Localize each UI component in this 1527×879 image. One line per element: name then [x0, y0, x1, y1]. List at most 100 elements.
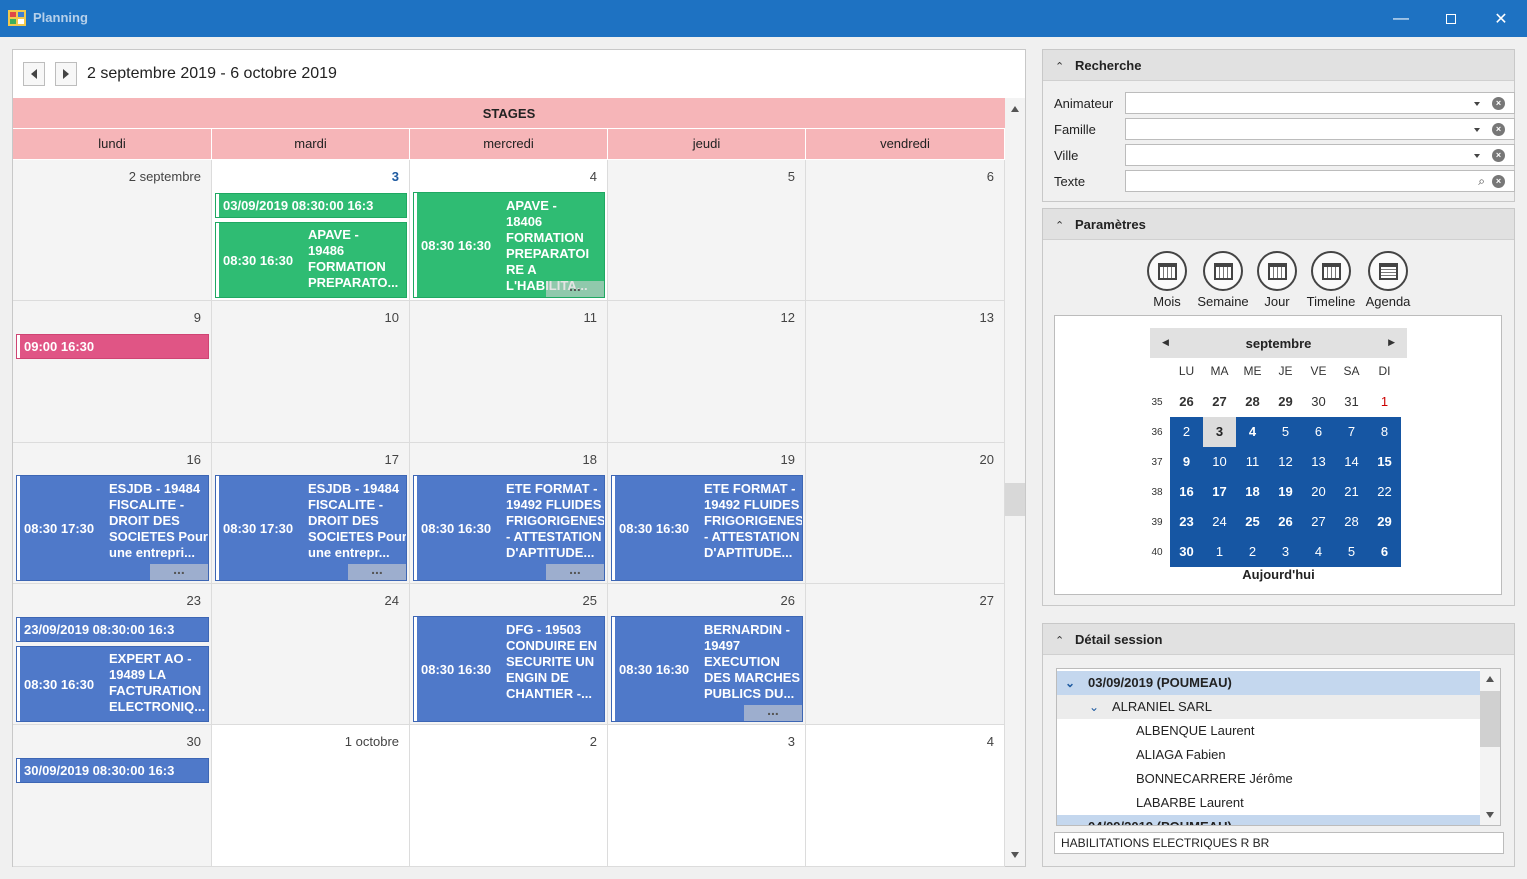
calendar-day[interactable]: 29	[1269, 387, 1302, 417]
session-title-field[interactable]: HABILITATIONS ELECTRIQUES R BR	[1054, 832, 1504, 854]
calendar-day[interactable]: 14	[1335, 447, 1368, 477]
appointment[interactable]: 30/09/2019 08:30:00 16:3	[16, 758, 209, 783]
day-cell[interactable]: 9	[13, 301, 212, 443]
appointment[interactable]: 08:30 16:30 ETE FORMAT - 19492 FLUIDES FR…	[413, 475, 605, 581]
maximize-button[interactable]	[1426, 0, 1476, 37]
search-icon[interactable]: ⌕	[1478, 174, 1485, 189]
view-button-timeline[interactable]: Timeline	[1301, 251, 1361, 309]
calendar-day[interactable]: 26	[1269, 507, 1302, 537]
expand-chevron-icon[interactable]: ⌄	[1089, 695, 1099, 719]
calendar-day[interactable]: 20	[1302, 477, 1335, 507]
calendar-day[interactable]: 4	[1236, 417, 1269, 447]
more-appointments-button[interactable]: ...	[546, 562, 604, 580]
clear-icon[interactable]: ×	[1492, 175, 1505, 188]
calendar-day[interactable]: 21	[1335, 477, 1368, 507]
view-button-agenda[interactable]: Agenda	[1358, 251, 1418, 309]
appointment[interactable]: 03/09/2019 08:30:00 16:3	[215, 193, 407, 218]
calendar-day[interactable]: 17	[1203, 477, 1236, 507]
day-cell[interactable]: 2 septembre	[13, 160, 212, 301]
day-cell[interactable]: 24	[212, 584, 410, 725]
scroll-up-icon[interactable]	[1486, 676, 1494, 682]
view-button-mois[interactable]: Mois	[1137, 251, 1197, 309]
params-panel-header[interactable]: ⌃ Paramètres	[1043, 209, 1514, 240]
tree-node[interactable]: ALIAGA Fabien	[1057, 743, 1480, 767]
calendar-day[interactable]: 1	[1203, 537, 1236, 567]
close-button[interactable]: ✕	[1476, 0, 1526, 37]
tree-node[interactable]: LABARBE Laurent	[1057, 791, 1480, 815]
calendar-day[interactable]: 2	[1170, 417, 1203, 447]
calendar-day[interactable]: 18	[1236, 477, 1269, 507]
expand-chevron-icon[interactable]: ⌄	[1065, 671, 1075, 695]
tree-node[interactable]: ALBENQUE Laurent	[1057, 719, 1480, 743]
search-panel-header[interactable]: ⌃ Recherche	[1043, 50, 1514, 81]
calendar-day[interactable]: 7	[1335, 417, 1368, 447]
more-appointments-button[interactable]: ...	[348, 562, 406, 580]
calendar-day[interactable]: 3	[1203, 417, 1236, 447]
clear-icon[interactable]: ×	[1492, 149, 1505, 162]
calendar-day[interactable]: 9	[1170, 447, 1203, 477]
appointment[interactable]: 08:30 17:30 ESJDB - 19484 FISCALITE - DRO…	[16, 475, 209, 581]
calendar-day[interactable]: 19	[1269, 477, 1302, 507]
day-cell[interactable]: 12	[608, 301, 806, 443]
chevron-down-icon[interactable]	[1474, 102, 1480, 106]
calendar-day[interactable]: 12	[1269, 447, 1302, 477]
calendar-day[interactable]: 28	[1335, 507, 1368, 537]
calendar-day[interactable]: 5	[1269, 417, 1302, 447]
more-appointments-button[interactable]: ...	[744, 703, 802, 721]
calendar-day[interactable]: 8	[1368, 417, 1401, 447]
appointment[interactable]: 08:30 16:30 APAVE - 19486 FORMATION PREPA…	[215, 222, 407, 298]
next-period-button[interactable]	[55, 62, 77, 86]
appointment[interactable]: 08:30 16:30 ETE FORMAT - 19492 FLUIDES FR…	[611, 475, 803, 581]
session-detail-header[interactable]: ⌃ Détail session	[1043, 624, 1514, 655]
calendar-day[interactable]: 1	[1368, 387, 1401, 417]
ville-dropdown[interactable]: ×	[1125, 144, 1515, 166]
calendar-day[interactable]: 16	[1170, 477, 1203, 507]
day-cell[interactable]: 4	[806, 725, 1005, 867]
calendar-day[interactable]: 3	[1269, 537, 1302, 567]
tree-node[interactable]: BONNECARRERE Jérôme	[1057, 767, 1480, 791]
calendar-day[interactable]: 28	[1236, 387, 1269, 417]
chevron-down-icon[interactable]	[1474, 154, 1480, 158]
more-appointments-button[interactable]: ...	[546, 279, 604, 297]
calendar-day[interactable]: 6	[1368, 537, 1401, 567]
calendar-day[interactable]: 2	[1236, 537, 1269, 567]
calendar-day[interactable]: 26	[1170, 387, 1203, 417]
calendar-day[interactable]: 29	[1368, 507, 1401, 537]
tree-node[interactable]: ⌄ ALRANIEL SARL	[1057, 695, 1480, 719]
minimize-button[interactable]: —	[1376, 0, 1426, 37]
calendar-day[interactable]: 31	[1335, 387, 1368, 417]
calendar-day[interactable]: 22	[1368, 477, 1401, 507]
previous-period-button[interactable]	[23, 62, 45, 86]
appointment[interactable]: 23/09/2019 08:30:00 16:3	[16, 617, 209, 642]
appointment[interactable]: 08:30 16:30 APAVE - 18406 FORMATION PREPA…	[413, 192, 605, 298]
tree-scrollbar[interactable]	[1480, 669, 1500, 825]
animateur-dropdown[interactable]: ×	[1125, 92, 1515, 114]
day-cell[interactable]: 3	[608, 725, 806, 867]
tree-node[interactable]: ⌄ 03/09/2019 (POUMEAU)	[1057, 671, 1480, 695]
calendar-day[interactable]: 10	[1203, 447, 1236, 477]
scroll-thumb[interactable]	[1005, 483, 1025, 516]
next-month-icon[interactable]: ▶	[1388, 337, 1395, 348]
scroll-down-icon[interactable]	[1486, 812, 1494, 818]
appointment[interactable]: 08:30 17:30 ESJDB - 19484 FISCALITE - DRO…	[215, 475, 407, 581]
calendar-day[interactable]: 24	[1203, 507, 1236, 537]
tree-node[interactable]: 04/09/2019 (POUMEAU)	[1057, 815, 1480, 825]
famille-dropdown[interactable]: ×	[1125, 118, 1515, 140]
scroll-up-icon[interactable]	[1011, 106, 1019, 112]
calendar-day[interactable]: 6	[1302, 417, 1335, 447]
day-cell[interactable]: 11	[410, 301, 608, 443]
calendar-day[interactable]: 4	[1302, 537, 1335, 567]
appointment[interactable]: 08:30 16:30 EXPERT AO - 19489 LA FACTURAT…	[16, 646, 209, 722]
day-cell[interactable]: 1 octobre	[212, 725, 410, 867]
day-cell[interactable]: 2	[410, 725, 608, 867]
appointment[interactable]: 09:00 16:30	[16, 334, 209, 359]
scheduler-scrollbar[interactable]	[1005, 98, 1025, 866]
more-appointments-button[interactable]: ...	[150, 562, 208, 580]
calendar-day[interactable]: 5	[1335, 537, 1368, 567]
view-button-jour[interactable]: Jour	[1247, 251, 1307, 309]
collapse-icon[interactable]: ⌃	[1055, 60, 1064, 73]
calendar-day[interactable]: 11	[1236, 447, 1269, 477]
calendar-day[interactable]: 15	[1368, 447, 1401, 477]
day-cell[interactable]: 27	[806, 584, 1005, 725]
collapse-icon[interactable]: ⌃	[1055, 634, 1064, 647]
